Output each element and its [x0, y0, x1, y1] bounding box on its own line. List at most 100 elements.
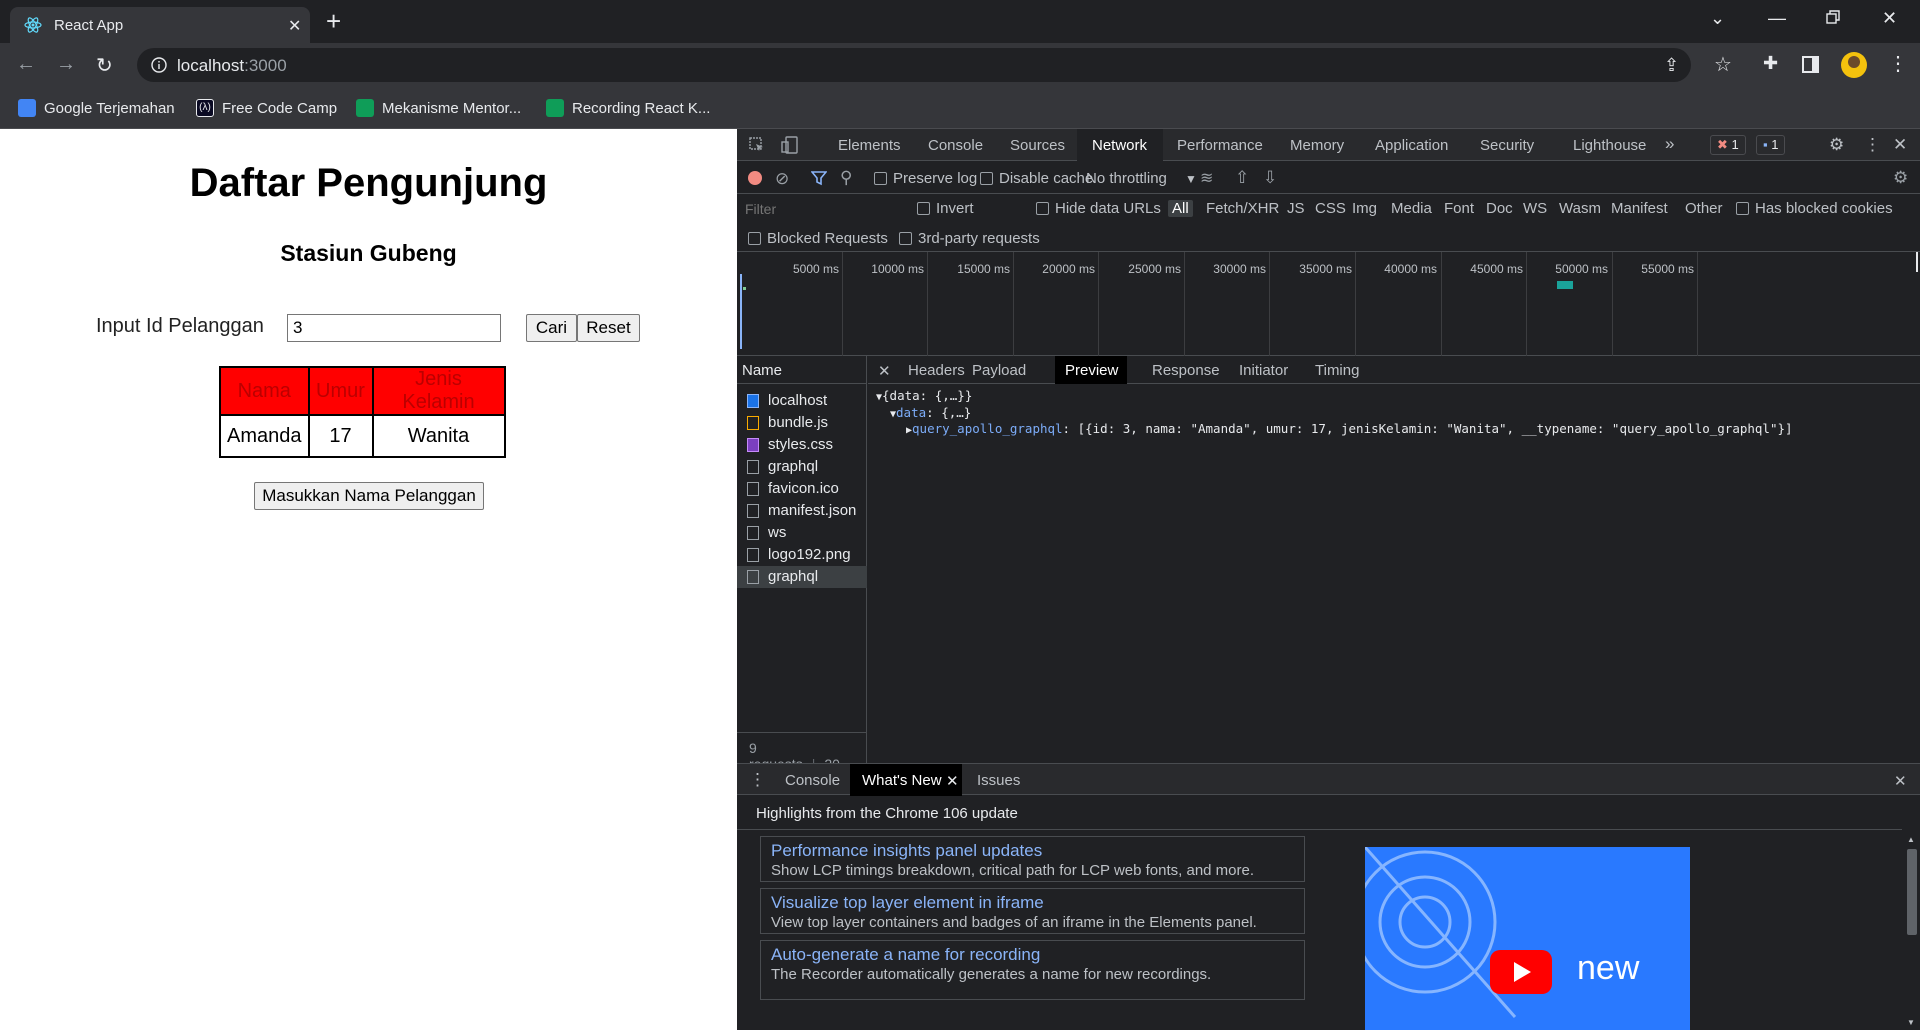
youtube-play-icon[interactable] — [1490, 950, 1552, 994]
timeline-end-handle[interactable] — [1916, 252, 1918, 272]
filter-type-all[interactable]: All — [1168, 200, 1193, 217]
drawer-tab-console[interactable]: Console — [785, 772, 840, 789]
side-panel-icon[interactable] — [1802, 56, 1819, 73]
restore-icon[interactable] — [1825, 9, 1841, 25]
preview-root-line[interactable]: ▼{data: {,…}} — [876, 388, 972, 403]
devtools-menu-icon[interactable]: ⋮ — [1864, 135, 1881, 155]
close-detail-icon[interactable]: ✕ — [878, 362, 891, 380]
filter-type-wasm[interactable]: Wasm — [1559, 200, 1601, 217]
tab-response[interactable]: Response — [1152, 362, 1220, 379]
extensions-icon[interactable]: ✚ — [1763, 53, 1778, 74]
new-tab-icon[interactable]: + — [326, 8, 341, 34]
reset-button[interactable]: Reset — [577, 314, 640, 342]
close-window-icon[interactable]: ✕ — [1882, 8, 1897, 29]
tab-memory[interactable]: Memory — [1290, 137, 1344, 154]
preview-data-line[interactable]: ▼data: {,…} — [890, 405, 971, 420]
error-count-badge[interactable]: ✖ 1 — [1710, 135, 1746, 155]
inspect-element-icon[interactable] — [749, 137, 765, 153]
tab-initiator[interactable]: Initiator — [1239, 362, 1288, 379]
close-whats-new-icon[interactable]: ✕ — [946, 772, 959, 790]
filter-type-font[interactable]: Font — [1444, 200, 1474, 217]
request-row[interactable]: manifest.json — [737, 500, 867, 522]
network-settings-icon[interactable]: ⚙ — [1893, 168, 1908, 188]
filter-type-ws[interactable]: WS — [1523, 200, 1547, 217]
whats-new-card[interactable]: Performance insights panel updates Show … — [760, 836, 1305, 882]
filter-type-other[interactable]: Other — [1685, 200, 1723, 217]
bookmark-recording-react[interactable]: Recording React K... — [546, 99, 710, 117]
avatar[interactable] — [1841, 52, 1867, 78]
has-blocked-cookies-checkbox[interactable]: Has blocked cookies — [1736, 200, 1893, 217]
request-row[interactable]: logo192.png — [737, 544, 867, 566]
tab-application[interactable]: Application — [1375, 137, 1448, 154]
drawer-menu-icon[interactable]: ⋮ — [749, 770, 766, 790]
request-row[interactable]: favicon.ico — [737, 478, 867, 500]
hide-data-urls-checkbox[interactable]: Hide data URLs — [1036, 200, 1161, 217]
filter-type-fetch-xhr[interactable]: Fetch/XHR — [1206, 200, 1279, 217]
tab-headers[interactable]: Headers — [908, 362, 965, 379]
whats-new-video-thumbnail[interactable]: new — [1365, 847, 1690, 1030]
clear-icon[interactable]: ⊘ — [775, 169, 789, 189]
add-customer-button[interactable]: Masukkan Nama Pelanggan — [254, 482, 484, 510]
filter-type-js[interactable]: JS — [1287, 200, 1305, 217]
bookmark-star-icon[interactable]: ☆ — [1714, 52, 1732, 77]
filter-input[interactable] — [741, 197, 901, 221]
request-row[interactable]: ws — [737, 522, 867, 544]
tab-performance[interactable]: Performance — [1177, 137, 1263, 154]
record-icon[interactable] — [748, 171, 762, 185]
whats-new-card[interactable]: Auto-generate a name for recording The R… — [760, 940, 1305, 1000]
tab-payload[interactable]: Payload — [972, 362, 1026, 379]
request-row[interactable]: bundle.js — [737, 412, 867, 434]
network-timeline-overview[interactable]: 5000 ms 10000 ms 15000 ms 20000 ms 25000… — [737, 252, 1920, 356]
filter-type-img[interactable]: Img — [1352, 200, 1377, 217]
request-row[interactable]: localhost — [737, 390, 867, 412]
bookmark-mekanisme-mentor[interactable]: Mekanisme Mentor... — [356, 99, 521, 117]
tab-preview[interactable]: Preview — [1065, 362, 1118, 379]
tab-search-icon[interactable]: ⌄ — [1710, 8, 1725, 29]
minimize-icon[interactable]: — — [1768, 8, 1786, 29]
close-devtools-icon[interactable]: ✕ — [1893, 135, 1907, 155]
tab-network[interactable]: Network — [1092, 137, 1147, 154]
drawer-tab-issues[interactable]: Issues — [977, 772, 1020, 789]
name-column-header[interactable]: Name — [737, 356, 867, 384]
close-drawer-icon[interactable]: ✕ — [1894, 772, 1907, 790]
reload-icon[interactable]: ↻ — [96, 53, 113, 78]
more-tabs-icon[interactable]: » — [1665, 134, 1674, 154]
filter-type-manifest[interactable]: Manifest — [1611, 200, 1668, 217]
share-icon[interactable]: ⇪ — [1664, 55, 1679, 76]
filter-type-doc[interactable]: Doc — [1486, 200, 1513, 217]
bookmark-free-code-camp[interactable]: (λ) Free Code Camp — [196, 99, 337, 117]
settings-gear-icon[interactable]: ⚙ — [1829, 135, 1844, 155]
tab-lighthouse[interactable]: Lighthouse — [1573, 137, 1646, 154]
tab-console[interactable]: Console — [928, 137, 983, 154]
import-har-icon[interactable]: ⇧ — [1235, 168, 1249, 188]
preserve-log-checkbox[interactable]: Preserve log — [874, 170, 977, 187]
blocked-requests-checkbox[interactable]: Blocked Requests — [748, 230, 888, 247]
tab-close-icon[interactable]: ✕ — [288, 16, 301, 36]
disable-cache-checkbox[interactable]: Disable cache — [980, 170, 1093, 187]
request-row[interactable]: graphql — [737, 456, 867, 478]
drawer-scrollbar[interactable]: ▲ ▼ — [1904, 833, 1920, 1030]
address-bar[interactable]: localhost:3000 ⇪ — [137, 48, 1691, 82]
scrollbar-thumb[interactable] — [1907, 849, 1917, 935]
invert-checkbox[interactable]: Invert — [917, 200, 974, 217]
export-har-icon[interactable]: ⇩ — [1263, 168, 1277, 188]
filter-icon[interactable] — [811, 170, 827, 186]
tab-elements[interactable]: Elements — [838, 137, 901, 154]
customer-id-input[interactable] — [287, 314, 501, 342]
throttling-select[interactable]: No throttling ▼ — [1086, 170, 1197, 187]
tab-security[interactable]: Security — [1480, 137, 1534, 154]
filter-type-css[interactable]: CSS — [1315, 200, 1346, 217]
scroll-up-icon[interactable]: ▲ — [1907, 835, 1915, 844]
whats-new-card[interactable]: Visualize top layer element in iframe Vi… — [760, 888, 1305, 934]
request-row-selected[interactable]: graphql — [737, 566, 867, 588]
bookmark-google-translate[interactable]: Google Terjemahan — [18, 99, 175, 117]
browser-tab[interactable]: React App ✕ — [10, 7, 310, 43]
network-conditions-icon[interactable]: ≋ — [1200, 168, 1213, 188]
tab-sources[interactable]: Sources — [1010, 137, 1065, 154]
search-icon[interactable]: ⚲ — [840, 168, 852, 188]
message-count-badge[interactable]: ▪ 1 — [1756, 135, 1786, 155]
scroll-down-icon[interactable]: ▼ — [1907, 1018, 1915, 1027]
site-info-icon[interactable] — [151, 57, 167, 73]
back-icon[interactable]: ← — [16, 53, 36, 76]
filter-type-media[interactable]: Media — [1391, 200, 1432, 217]
